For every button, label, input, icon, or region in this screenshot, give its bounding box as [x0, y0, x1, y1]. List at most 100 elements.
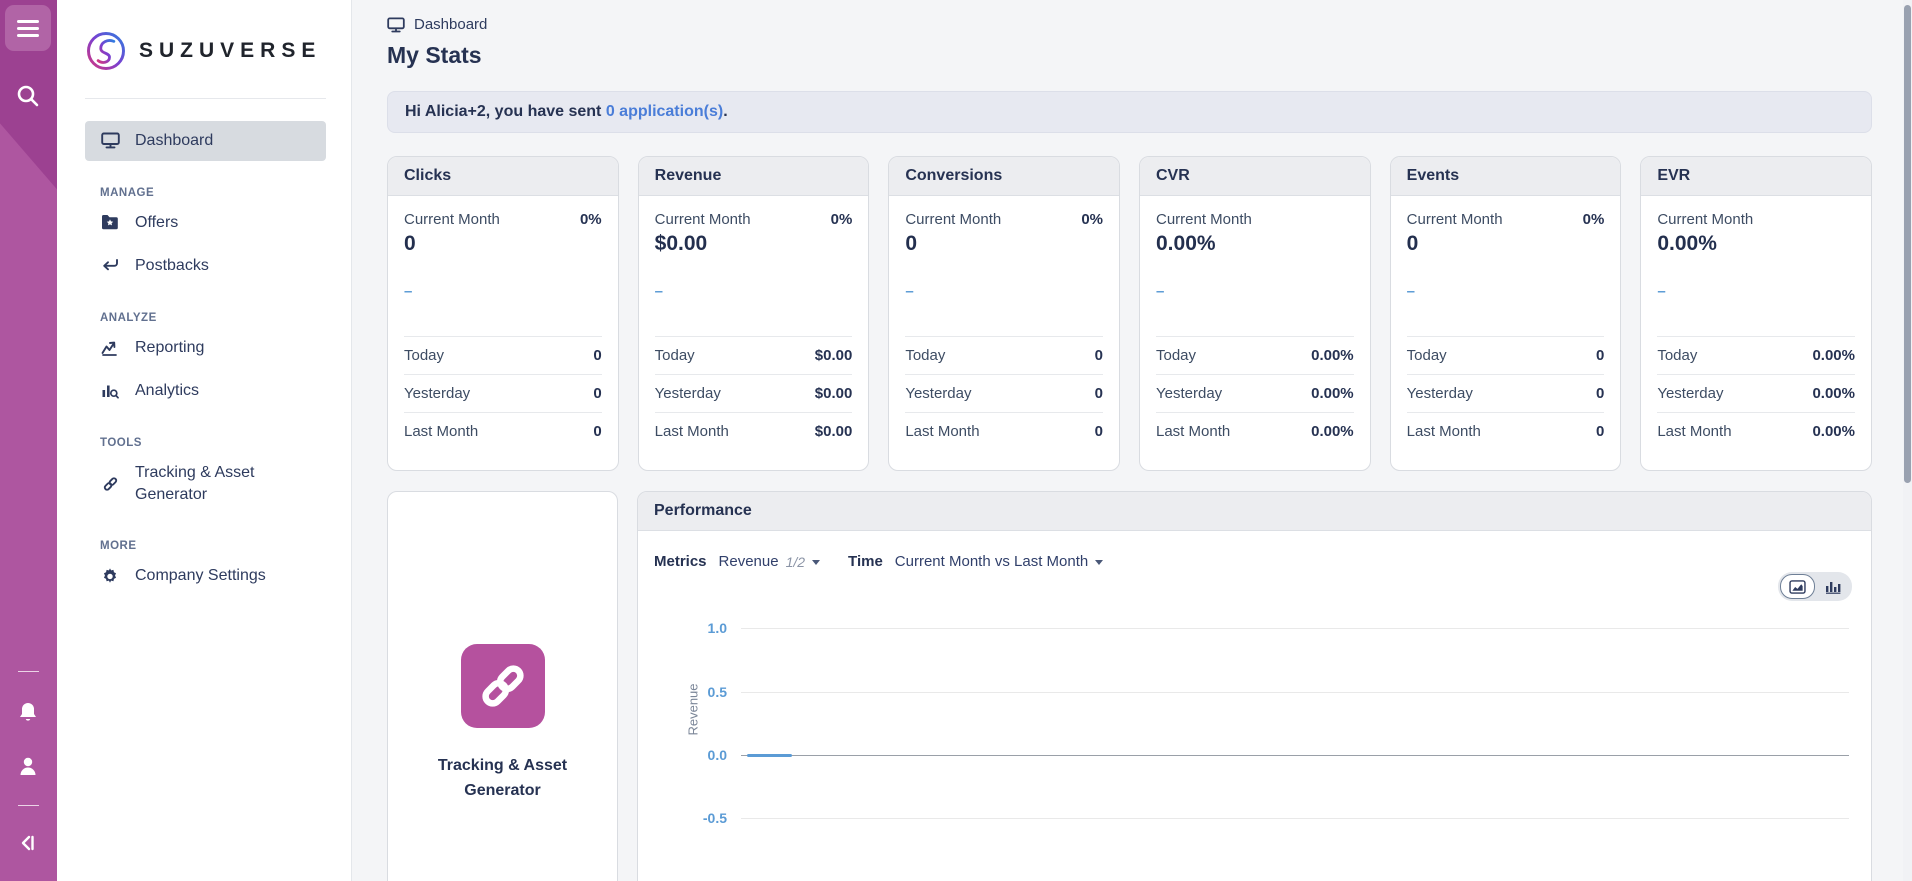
- stat-cards-row: Clicks Current Month 0% 0 – Today0 Yester…: [387, 156, 1872, 471]
- page-title: My Stats: [387, 42, 1872, 69]
- current-month-label: Current Month: [404, 211, 500, 228]
- stat-value: 0.00%: [1156, 232, 1354, 256]
- tracking-asset-generator-card[interactable]: Tracking & Asset Generator: [387, 491, 618, 881]
- performance-panel: Performance Metrics Revenue 1/2 Time Cur…: [637, 491, 1872, 881]
- zero-gridline: [741, 755, 1849, 756]
- stat-row: Yesterday0: [404, 374, 602, 412]
- stat-card-events: Events Current Month0% 0 – Today0 Yester…: [1390, 156, 1622, 471]
- menu-button[interactable]: [5, 5, 51, 51]
- sidebar-item-company-settings[interactable]: Company Settings: [85, 556, 326, 596]
- sparkline-placeholder: –: [1407, 283, 1605, 300]
- applications-link[interactable]: 0 application(s): [606, 103, 723, 120]
- gridline: [741, 818, 1849, 819]
- metrics-page-indicator: 1/2: [786, 554, 805, 570]
- stat-card-title: EVR: [1641, 157, 1871, 196]
- current-month-label: Current Month: [655, 211, 751, 228]
- link-icon: [100, 475, 120, 493]
- stat-row: Last Month0.00%: [1156, 412, 1354, 450]
- stat-card-title: Clicks: [388, 157, 618, 196]
- link-icon: [477, 660, 529, 712]
- stat-row: Today0: [905, 336, 1103, 374]
- chevron-down-icon: [812, 560, 820, 565]
- sidebar-item-label: Company Settings: [135, 565, 266, 587]
- y-axis-label: Revenue: [686, 665, 701, 755]
- folder-star-icon: [100, 214, 120, 230]
- sidebar-item-reporting[interactable]: Reporting: [85, 328, 326, 368]
- current-month-label: Current Month: [1657, 211, 1753, 228]
- vertical-scrollbar: [1903, 0, 1912, 881]
- stat-card-revenue: Revenue Current Month0% $0.00 – Today$0.…: [638, 156, 870, 471]
- scrollbar-thumb[interactable]: [1904, 5, 1911, 483]
- stat-row: Last Month$0.00: [655, 412, 853, 450]
- sparkline-placeholder: –: [655, 283, 853, 300]
- sidebar-item-label: Analytics: [135, 380, 199, 402]
- stat-card-cvr: CVR Current Month 0.00% – Today0.00% Yes…: [1139, 156, 1371, 471]
- sidebar-item-tracking-asset-generator[interactable]: Tracking & Asset Generator: [85, 453, 326, 514]
- sidebar-item-label: Offers: [135, 212, 178, 234]
- stat-card-title: Events: [1391, 157, 1621, 196]
- search-button[interactable]: [8, 76, 48, 116]
- gridline: [741, 692, 1849, 693]
- link-tile: [461, 644, 545, 728]
- sparkline-placeholder: –: [905, 283, 1103, 300]
- stat-card-evr: EVR Current Month 0.00% – Today0.00% Yes…: [1640, 156, 1872, 471]
- y-tick: -0.5: [654, 810, 727, 826]
- gear-icon: [100, 567, 120, 585]
- performance-title: Performance: [638, 492, 1871, 531]
- search-icon: [15, 83, 41, 109]
- hamburger-icon: [17, 20, 39, 23]
- chart-controls: Metrics Revenue 1/2 Time Current Month v…: [654, 553, 1855, 570]
- metrics-dropdown[interactable]: Revenue 1/2: [719, 553, 821, 570]
- sidebar-item-offers[interactable]: Offers: [85, 203, 326, 243]
- stat-value: $0.00: [655, 232, 853, 256]
- notifications-button[interactable]: [9, 693, 47, 731]
- sparkline-placeholder: –: [1657, 283, 1855, 300]
- stat-card-clicks: Clicks Current Month0% 0 – Today0 Yester…: [387, 156, 619, 471]
- sidebar-section-manage: MANAGE: [85, 187, 326, 199]
- current-month-label: Current Month: [905, 211, 1001, 228]
- stat-value: 0: [905, 232, 1103, 256]
- sidebar-item-label: Tracking & Asset Generator: [135, 462, 316, 505]
- stat-card-title: Conversions: [889, 157, 1119, 196]
- y-tick: 1.0: [654, 620, 727, 636]
- sidebar-item-postbacks[interactable]: Postbacks: [85, 246, 326, 286]
- stat-row: Today0.00%: [1156, 336, 1354, 374]
- stat-value: 0: [404, 232, 602, 256]
- revenue-series-line: [747, 754, 792, 757]
- time-label: Time: [848, 553, 883, 570]
- current-month-label: Current Month: [1407, 211, 1503, 228]
- rail-divider: [18, 805, 39, 806]
- sidebar-item-label: Dashboard: [135, 130, 213, 152]
- brand-wordmark: SUZUVERSE: [139, 39, 321, 63]
- current-month-label: Current Month: [1156, 211, 1252, 228]
- stat-row: Today0.00%: [1657, 336, 1855, 374]
- sidebar-item-analytics[interactable]: Analytics: [85, 371, 326, 411]
- sidebar-section-tools: TOOLS: [85, 437, 326, 449]
- stat-row: Yesterday0: [1407, 374, 1605, 412]
- stat-row: Last Month0: [905, 412, 1103, 450]
- sidebar-item-dashboard[interactable]: Dashboard: [85, 121, 326, 161]
- stat-value: 0.00%: [1657, 232, 1855, 256]
- applications-alert: Hi Alicia+2, you have sent 0 application…: [387, 91, 1872, 133]
- tool-card-title: Tracking & Asset Generator: [388, 754, 617, 804]
- y-tick: 0.0: [654, 747, 727, 763]
- stat-card-title: CVR: [1140, 157, 1370, 196]
- return-arrow-icon: [100, 258, 120, 273]
- sidebar-divider: [85, 98, 326, 99]
- bar-chart-magnifier-icon: [100, 383, 120, 399]
- collapse-sidebar-button[interactable]: [9, 824, 47, 862]
- brand-logo[interactable]: SUZUVERSE: [85, 30, 326, 72]
- stat-row: Last Month0: [1407, 412, 1605, 450]
- sidebar-section-analyze: ANALYZE: [85, 312, 326, 324]
- breadcrumb-label: Dashboard: [414, 16, 487, 33]
- gridline: [741, 628, 1849, 629]
- line-chart-icon: [100, 340, 120, 356]
- y-tick: 0.5: [654, 684, 727, 700]
- main-content: Dashboard My Stats Hi Alicia+2, you have…: [352, 0, 1912, 881]
- stat-row: Yesterday0.00%: [1657, 374, 1855, 412]
- time-dropdown[interactable]: Current Month vs Last Month: [895, 553, 1103, 570]
- change-badge: 0%: [1583, 211, 1605, 228]
- profile-button[interactable]: [9, 747, 47, 785]
- sidebar-item-label: Reporting: [135, 337, 204, 359]
- sidebar: SUZUVERSE Dashboard MANAGE Offers Postba…: [57, 0, 352, 881]
